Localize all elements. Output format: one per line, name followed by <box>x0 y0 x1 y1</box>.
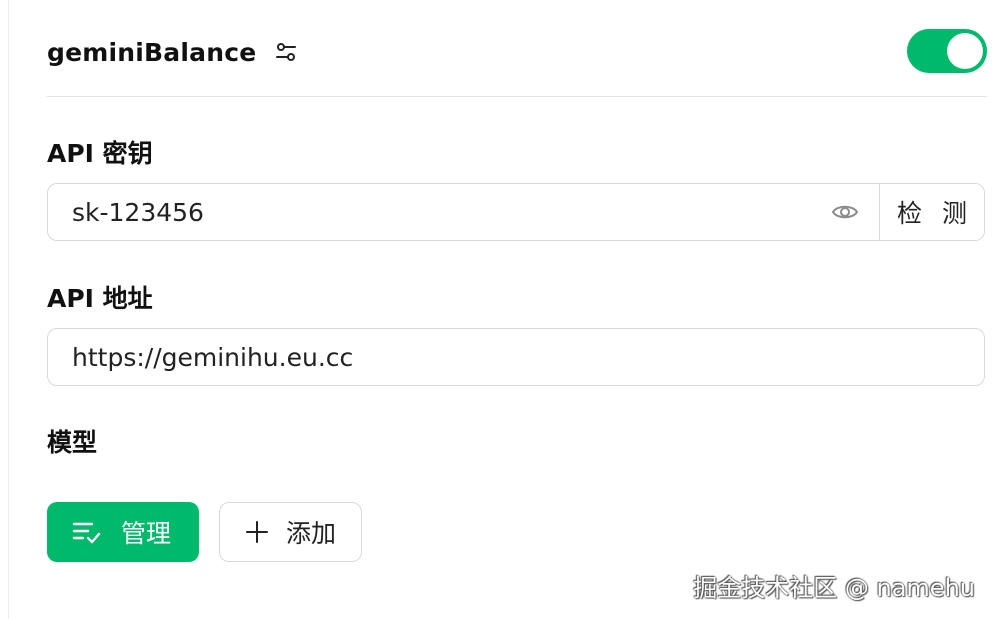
header-divider <box>47 96 987 97</box>
api-key-input[interactable] <box>48 184 879 240</box>
api-url-label: API 地址 <box>47 284 153 313</box>
check-api-key-button[interactable]: 检 测 <box>879 184 984 240</box>
api-key-input-wrapper <box>48 184 879 240</box>
models-label: 模型 <box>47 428 98 457</box>
provider-name: geminiBalance <box>47 37 257 67</box>
watermark: 掘金技术社区 @ namehu <box>693 574 975 602</box>
list-check-icon <box>71 517 101 547</box>
panel-left-border <box>8 0 9 619</box>
add-button-label: 添加 <box>286 519 337 548</box>
api-url-field-group <box>47 328 985 386</box>
manage-button-label: 管理 <box>121 519 172 548</box>
eye-icon[interactable] <box>831 199 859 225</box>
add-model-button[interactable]: 添加 <box>219 502 362 562</box>
manage-models-button[interactable]: 管理 <box>47 502 199 562</box>
provider-header: geminiBalance <box>47 24 987 80</box>
provider-settings-panel: geminiBalance API 密钥 检 测 API <box>47 0 987 619</box>
api-url-input[interactable] <box>48 329 984 385</box>
sliders-icon[interactable] <box>274 40 298 64</box>
toggle-knob <box>947 33 983 69</box>
api-key-field-group: 检 测 <box>47 183 985 241</box>
plus-icon <box>242 517 272 547</box>
provider-enabled-toggle[interactable] <box>907 29 987 73</box>
api-key-label: API 密钥 <box>47 139 153 168</box>
